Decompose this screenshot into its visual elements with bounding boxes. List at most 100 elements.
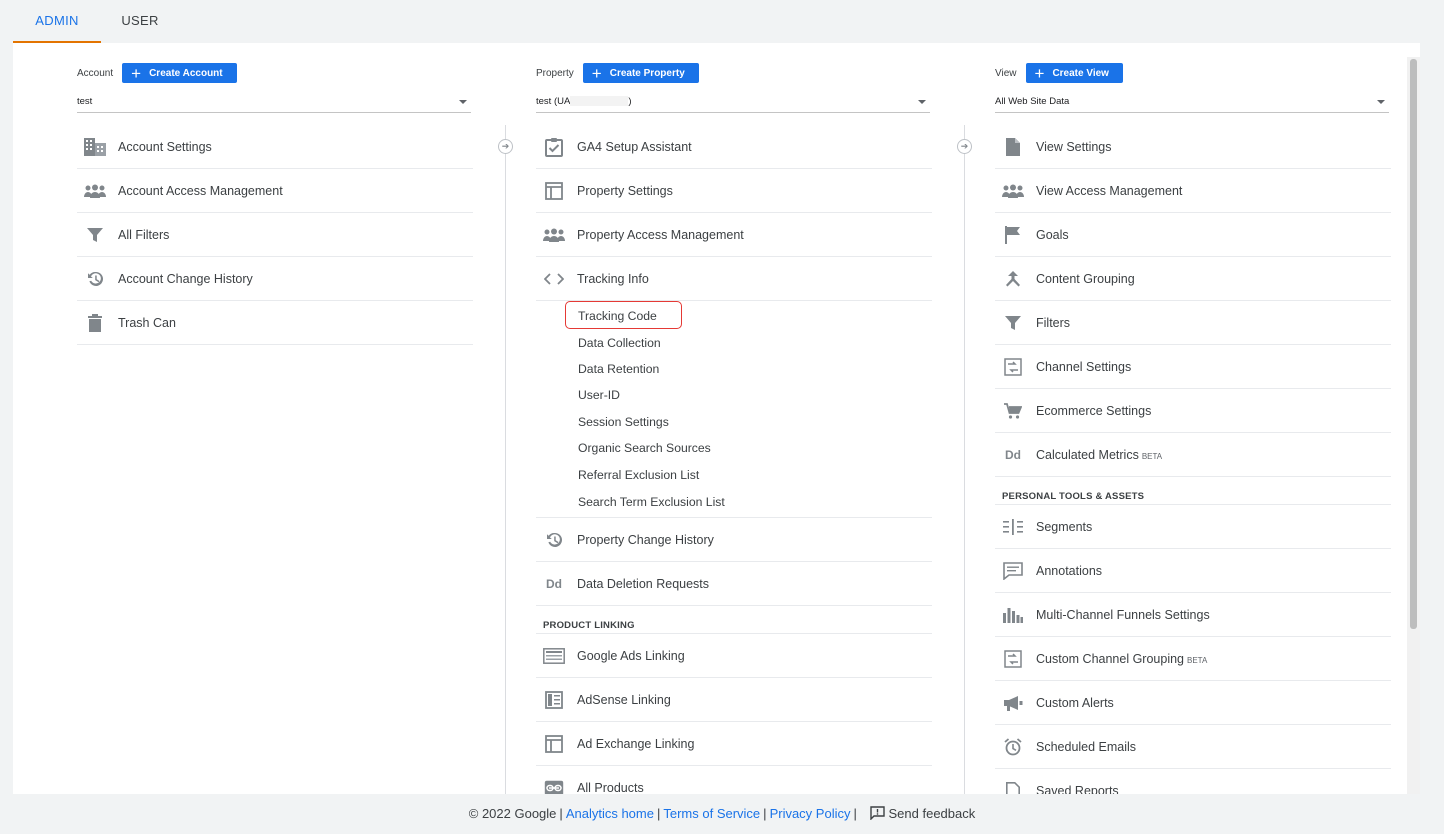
column-divider [964, 125, 965, 794]
channel-settings-label: Channel Settings [1036, 360, 1132, 374]
view-settings-label: View Settings [1036, 140, 1112, 154]
account-change-history-label: Account Change History [118, 272, 253, 286]
create-view-button[interactable]: + Create View [1025, 63, 1123, 83]
column-divider [505, 125, 506, 794]
property-settings-item[interactable]: Property Settings [536, 169, 932, 213]
caret-down-icon [1377, 100, 1385, 104]
channel-icon [1002, 649, 1024, 669]
terms-of-service-link[interactable]: Terms of Service [663, 806, 760, 821]
view-select-value: All Web Site Data [995, 96, 1070, 107]
multi-channel-funnels-settings-item[interactable]: Multi-Channel Funnels Settings [995, 593, 1391, 637]
caret-down-icon [459, 100, 467, 104]
search-term-exclusion-list-link[interactable]: Search Term Exclusion List [536, 488, 932, 518]
analytics-home-link[interactable]: Analytics home [566, 806, 654, 821]
property-access-management-item[interactable]: Property Access Management [536, 213, 932, 257]
data-deletion-requests-label: Data Deletion Requests [577, 576, 710, 591]
ad-exchange-linking-item[interactable]: Ad Exchange Linking [536, 722, 932, 766]
account-select[interactable]: test [77, 91, 471, 113]
send-feedback-label: Send feedback [888, 806, 976, 821]
all-products-item[interactable]: All Products [536, 766, 932, 794]
session-settings-link[interactable]: Session Settings [536, 409, 932, 435]
saved-reports-item[interactable]: Saved Reports [995, 769, 1391, 794]
create-view-label: Create View [1052, 67, 1109, 79]
data-collection-link[interactable]: Data Collection [536, 329, 932, 355]
filters-item[interactable]: Filters [995, 301, 1391, 345]
segments-label: Segments [1036, 520, 1093, 534]
tracking-info-label: Tracking Info [577, 272, 649, 286]
account-access-management-item[interactable]: Account Access Management [77, 169, 473, 213]
view-items: View Settings View Access Management Goa… [995, 125, 1391, 794]
custom-alerts-item[interactable]: Custom Alerts [995, 681, 1391, 725]
view-header: View + Create View [995, 63, 1123, 83]
footer: © 2022 Google | Analytics home | Terms of Se… [468, 806, 976, 821]
referral-exclusion-list-link[interactable]: Referral Exclusion List [536, 461, 932, 487]
google-ads-linking-item[interactable]: Google Ads Linking [536, 634, 932, 678]
page-scrollbar[interactable] [1407, 57, 1420, 794]
view-settings-item[interactable]: View Settings [995, 125, 1391, 169]
adsense-linking-label: AdSense Linking [577, 692, 671, 707]
create-property-button[interactable]: + Create Property [582, 63, 699, 83]
calculated-metrics-text: Calculated Metrics BETA [1036, 448, 1162, 462]
link-icon [543, 778, 565, 794]
account-column: Account + Create Account test Account Se… [77, 43, 473, 794]
property-select[interactable]: test (UA) [536, 91, 930, 113]
ga4-setup-assistant-item[interactable]: GA4 Setup Assistant [536, 125, 932, 169]
document-icon [1002, 137, 1024, 157]
account-items: Account Settings Account Access Manageme… [77, 125, 473, 345]
checklist-icon [543, 137, 565, 157]
create-account-button[interactable]: + Create Account [122, 63, 237, 83]
annotations-item[interactable]: Annotations [995, 549, 1391, 593]
tab-admin[interactable]: ADMIN [13, 0, 101, 43]
tracking-info-item[interactable]: Tracking Info [536, 257, 932, 301]
all-filters-label: All Filters [118, 228, 170, 242]
data-deletion-requests-item[interactable]: Dd Data Deletion Requests [536, 562, 932, 606]
property-access-management-label: Property Access Management [577, 228, 744, 242]
property-change-history-label: Property Change History [577, 532, 714, 547]
session-settings-label: Session Settings [578, 414, 669, 429]
create-property-label: Create Property [609, 67, 685, 79]
ad-exchange-linking-label: Ad Exchange Linking [577, 736, 695, 751]
scheduled-emails-item[interactable]: Scheduled Emails [995, 725, 1391, 769]
account-settings-label: Account Settings [118, 140, 212, 154]
annotations-label: Annotations [1036, 564, 1103, 578]
property-settings-label: Property Settings [577, 184, 673, 198]
trash-can-item[interactable]: Trash Can [77, 301, 473, 345]
segments-item[interactable]: Segments [995, 505, 1391, 549]
building-icon [84, 137, 106, 157]
document-icon [1002, 781, 1024, 794]
view-access-management-item[interactable]: View Access Management [995, 169, 1391, 213]
property-label: Property [536, 67, 574, 79]
data-retention-link[interactable]: Data Retention [536, 356, 932, 382]
goals-item[interactable]: Goals [995, 213, 1391, 257]
calculated-metrics-label: Calculated Metrics [1036, 448, 1139, 462]
send-feedback-button[interactable]: Send feedback [869, 806, 976, 821]
property-change-history-item[interactable]: Property Change History [536, 518, 932, 562]
content-grouping-item[interactable]: Content Grouping [995, 257, 1391, 301]
adsense-linking-item[interactable]: AdSense Linking [536, 678, 932, 722]
custom-channel-grouping-item[interactable]: Custom Channel Grouping BETA [995, 637, 1391, 681]
copyright-text: © 2022 Google [468, 806, 557, 821]
privacy-policy-link[interactable]: Privacy Policy [770, 806, 851, 821]
scrollbar-thumb[interactable] [1410, 59, 1417, 629]
all-filters-item[interactable]: All Filters [77, 213, 473, 257]
organic-search-sources-link[interactable]: Organic Search Sources [536, 435, 932, 461]
filters-label: Filters [1036, 316, 1071, 330]
calculated-metrics-item[interactable]: Dd Calculated Metrics BETA [995, 433, 1391, 477]
account-change-history-item[interactable]: Account Change History [77, 257, 473, 301]
admin-user-tabs: ADMIN USER [0, 0, 1444, 43]
property-items: GA4 Setup Assistant Property Settings Pr… [536, 125, 932, 794]
all-products-label: All Products [577, 780, 644, 794]
view-select[interactable]: All Web Site Data [995, 91, 1389, 113]
plus-icon: + [131, 63, 142, 83]
channel-settings-item[interactable]: Channel Settings [995, 345, 1391, 389]
admin-panel: Account + Create Account test Account Se… [13, 43, 1420, 794]
custom-channel-grouping-label: Custom Channel Grouping [1036, 652, 1184, 666]
account-header: Account + Create Account [77, 63, 237, 83]
multi-channel-funnels-settings-label: Multi-Channel Funnels Settings [1036, 608, 1210, 622]
tab-user[interactable]: USER [101, 0, 179, 43]
tracking-code-link[interactable]: Tracking Code [536, 301, 932, 329]
account-label: Account [77, 67, 114, 79]
account-settings-item[interactable]: Account Settings [77, 125, 473, 169]
ecommerce-settings-item[interactable]: Ecommerce Settings [995, 389, 1391, 433]
user-id-link[interactable]: User-ID [536, 382, 932, 408]
